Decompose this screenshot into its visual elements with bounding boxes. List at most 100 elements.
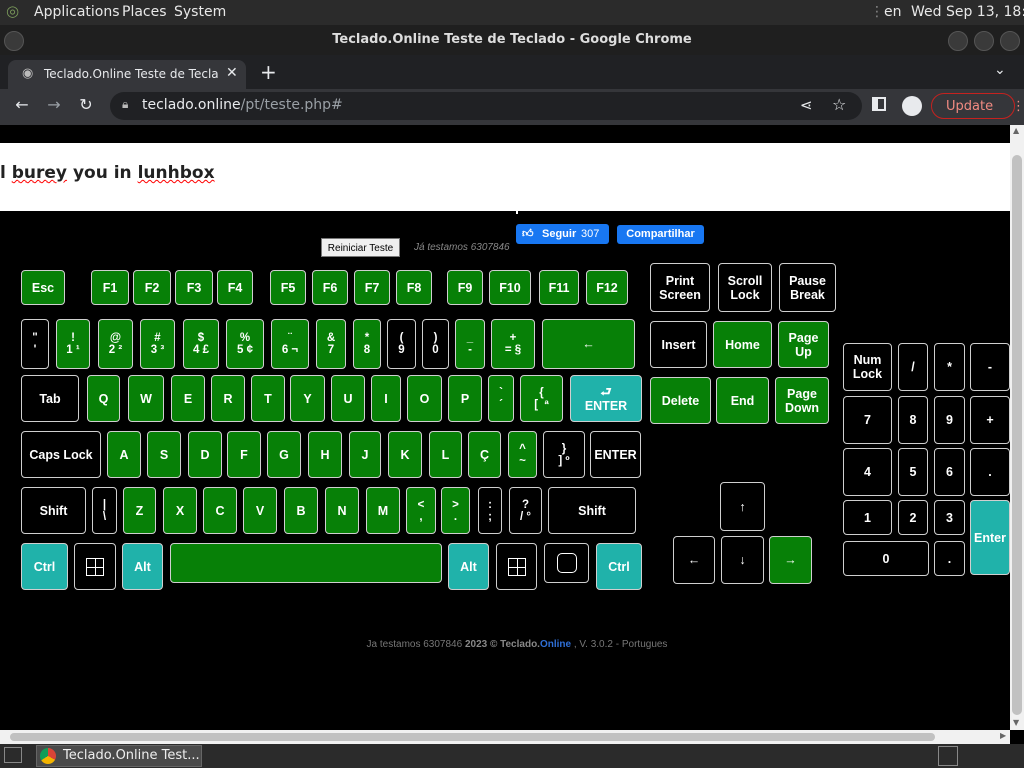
kebab-menu-icon[interactable]: ⋮ [998, 94, 1024, 120]
share-icon[interactable]: ⋖ [800, 96, 813, 114]
key-alt-right[interactable]: Alt [448, 543, 489, 590]
key-page-down[interactable]: Page Down [775, 377, 829, 424]
key-l[interactable]: L [429, 431, 462, 478]
key-arrow-right[interactable]: → [769, 536, 812, 584]
key-f7[interactable]: F7 [354, 270, 390, 305]
key-2[interactable]: @ 2 ² [98, 319, 133, 369]
key-num-divide[interactable]: / [898, 343, 928, 391]
key-f2[interactable]: F2 [133, 270, 171, 305]
system-menu[interactable]: System [174, 4, 226, 20]
key-f1[interactable]: F1 [91, 270, 129, 305]
key-arrow-up[interactable]: ↑ [720, 482, 765, 531]
key-ctrl-left[interactable]: Ctrl [21, 543, 68, 590]
maximize-button[interactable] [974, 31, 994, 51]
key-slash[interactable]: ? / ° [509, 487, 542, 534]
key-arrow-left[interactable]: ← [673, 536, 715, 584]
key-y[interactable]: Y [290, 375, 325, 422]
key-shift-right[interactable]: Shift [548, 487, 636, 534]
back-icon[interactable]: ← [10, 95, 34, 114]
key-o[interactable]: O [407, 375, 442, 422]
key-win-right[interactable] [496, 543, 537, 590]
key-num-4[interactable]: 4 [843, 448, 892, 496]
key-c[interactable]: C [203, 487, 237, 534]
key-k[interactable]: K [388, 431, 422, 478]
side-panel-icon[interactable] [872, 97, 886, 111]
key-shift-left[interactable]: Shift [21, 487, 86, 534]
key-num-6[interactable]: 6 [934, 448, 965, 496]
key-6[interactable]: ¨ 6 ¬ [271, 319, 309, 369]
key-bracket-close[interactable]: } ] º [543, 431, 585, 478]
key-f9[interactable]: F9 [447, 270, 483, 305]
key-s[interactable]: S [147, 431, 181, 478]
key-v[interactable]: V [243, 487, 277, 534]
workspace-switcher-icon[interactable] [938, 746, 958, 766]
key-c-cedilla[interactable]: Ç [468, 431, 501, 478]
key-num-minus[interactable]: - [970, 343, 1010, 391]
key-x[interactable]: X [163, 487, 197, 534]
tab-search-chevron-icon[interactable]: ⌄ [994, 62, 1006, 78]
key-num-3[interactable]: 3 [934, 500, 965, 535]
key-7[interactable]: & 7 [316, 319, 346, 369]
key-f5[interactable]: F5 [270, 270, 306, 305]
key-i[interactable]: I [371, 375, 401, 422]
key-scroll-lock[interactable]: Scroll Lock [718, 263, 772, 312]
gnome-foot-icon[interactable]: ◎ [6, 2, 19, 20]
window-menu-button[interactable] [4, 31, 24, 51]
applications-menu[interactable]: Applications [34, 4, 120, 20]
key-num-enter[interactable]: Enter [970, 500, 1010, 575]
key-ctrl-right[interactable]: Ctrl [596, 543, 642, 590]
key-page-up[interactable]: Page Up [778, 321, 829, 368]
key-print-screen[interactable]: Print Screen [650, 263, 710, 312]
key-enter-row3[interactable]: ENTER [590, 431, 641, 478]
key-z[interactable]: Z [123, 487, 156, 534]
key-num-7[interactable]: 7 [843, 396, 892, 444]
key-insert[interactable]: Insert [650, 321, 707, 368]
key-3[interactable]: # 3 ³ [140, 319, 175, 369]
key-pause-break[interactable]: Pause Break [779, 263, 836, 312]
key-win-left[interactable] [74, 543, 116, 590]
key-t[interactable]: T [251, 375, 285, 422]
key-m[interactable]: M [366, 487, 400, 534]
key-0[interactable]: ) 0 [422, 319, 449, 369]
scroll-down-arrow-icon[interactable]: ▼ [1013, 718, 1019, 727]
key-f6[interactable]: F6 [312, 270, 348, 305]
key-end[interactable]: End [716, 377, 769, 424]
key-e[interactable]: E [171, 375, 205, 422]
scroll-right-arrow-icon[interactable]: ▶ [1000, 731, 1006, 740]
scroll-up-arrow-icon[interactable]: ▲ [1013, 126, 1019, 135]
key-backspace[interactable]: ← [542, 319, 635, 369]
key-a[interactable]: A [107, 431, 141, 478]
key-bracket-open[interactable]: { [ ª [520, 375, 563, 422]
key-u[interactable]: U [331, 375, 365, 422]
key-num-8[interactable]: 8 [898, 396, 928, 444]
key-f11[interactable]: F11 [539, 270, 579, 305]
key-num-dot[interactable]: . [934, 541, 965, 576]
horizontal-scroll-thumb[interactable] [10, 733, 935, 741]
key-f[interactable]: F [227, 431, 261, 478]
key-semicolon[interactable]: : ; [478, 487, 502, 534]
reload-icon[interactable]: ↻ [74, 95, 98, 114]
close-window-button[interactable] [1000, 31, 1020, 51]
key-f10[interactable]: F10 [489, 270, 531, 305]
key-f4[interactable]: F4 [217, 270, 253, 305]
key-5[interactable]: % 5 ¢ [226, 319, 264, 369]
key-9[interactable]: ( 9 [387, 319, 416, 369]
key-f3[interactable]: F3 [175, 270, 213, 305]
address-bar[interactable]: 🔒︎ teclado.online/pt/teste.php# ⋖ ☆ [110, 92, 862, 120]
vertical-scroll-thumb[interactable] [1012, 155, 1022, 715]
key-num-5[interactable]: 5 [898, 448, 928, 496]
forward-icon[interactable]: → [42, 95, 66, 114]
browser-tab[interactable]: ◉ Teclado.Online Teste de Tecla ✕ [8, 60, 246, 89]
show-desktop-icon[interactable] [4, 747, 22, 763]
key-4[interactable]: $ 4 £ [183, 319, 219, 369]
key-quote[interactable]: " ' [21, 319, 49, 369]
key-caps-lock[interactable]: Caps Lock [21, 431, 101, 478]
key-h[interactable]: H [308, 431, 342, 478]
key-q[interactable]: Q [87, 375, 120, 422]
key-g[interactable]: G [267, 431, 301, 478]
key-esc[interactable]: Esc [21, 270, 65, 305]
key-w[interactable]: W [128, 375, 164, 422]
profile-avatar-icon[interactable] [902, 96, 922, 116]
key-space[interactable] [170, 543, 442, 583]
taskbar-chrome-window[interactable]: Teclado.Online Test... [36, 745, 202, 767]
